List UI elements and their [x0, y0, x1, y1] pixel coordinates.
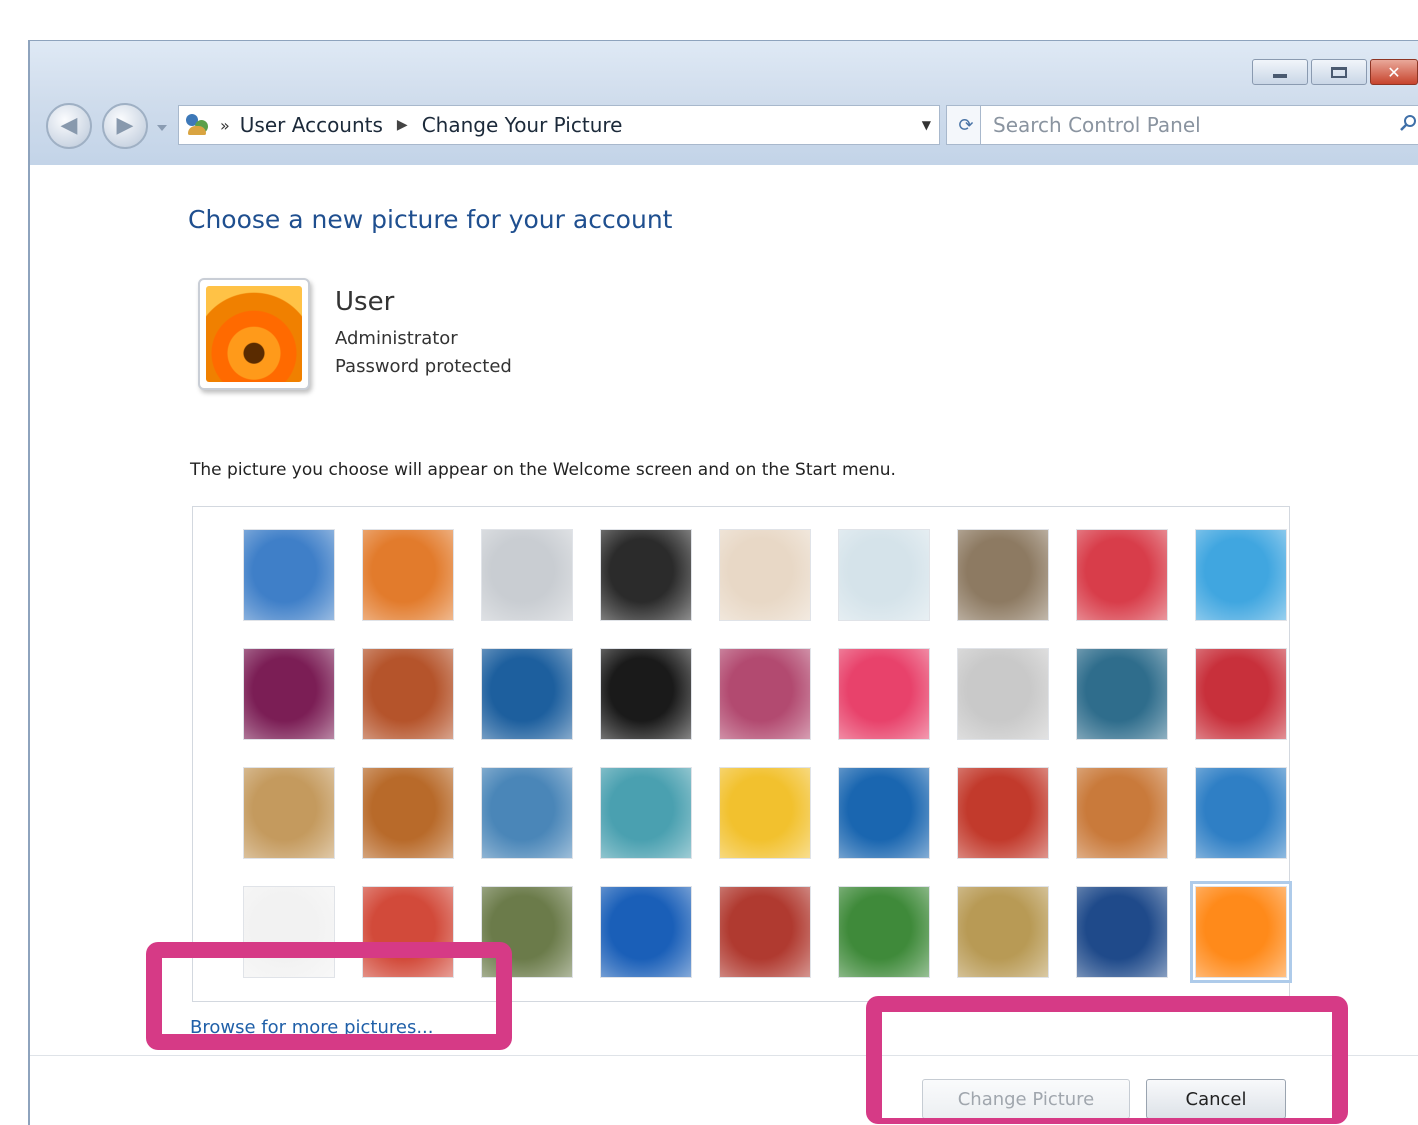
minimize-button[interactable] [1252, 59, 1308, 85]
user-accounts-icon [184, 112, 214, 138]
current-account-picture [198, 278, 310, 390]
picture-tile[interactable] [838, 886, 930, 978]
picture-tile[interactable] [957, 648, 1049, 740]
picture-tile[interactable] [1076, 648, 1168, 740]
address-bar[interactable]: » User Accounts ▶ Change Your Picture ▼ [178, 105, 940, 145]
picture-tile[interactable] [838, 648, 930, 740]
picture-tile[interactable] [957, 886, 1049, 978]
screenshot-page: ✕ ◀ ▶ » User Accounts ▶ Change Your Pict… [0, 0, 1418, 1125]
account-password-status: Password protected [335, 356, 512, 377]
minimize-icon [1273, 74, 1287, 78]
forward-button[interactable]: ▶ [102, 103, 148, 149]
close-icon: ✕ [1387, 62, 1401, 82]
maximize-icon [1331, 66, 1347, 78]
address-dropdown-icon[interactable]: ▼ [922, 118, 931, 132]
picture-tile[interactable] [719, 529, 811, 621]
picture-tile[interactable] [600, 648, 692, 740]
picture-tile[interactable] [600, 767, 692, 859]
breadcrumb-overflow-icon[interactable]: » [220, 116, 230, 135]
buttons-highlight [866, 996, 1348, 1124]
picture-tile[interactable] [838, 767, 930, 859]
picture-tile[interactable] [362, 648, 454, 740]
breadcrumb-change-your-picture[interactable]: Change Your Picture [422, 113, 623, 137]
search-input[interactable] [993, 113, 1373, 137]
title-bar: ✕ ◀ ▶ » User Accounts ▶ Change Your Pict… [30, 41, 1418, 165]
picture-tile[interactable] [1195, 767, 1287, 859]
picture-tile[interactable] [362, 767, 454, 859]
picture-tile[interactable] [838, 529, 930, 621]
browse-link-highlight [146, 942, 512, 1050]
picture-tile[interactable] [243, 648, 335, 740]
picture-tile[interactable] [719, 886, 811, 978]
picture-tile[interactable] [600, 886, 692, 978]
picture-tile[interactable] [243, 529, 335, 621]
breadcrumb-user-accounts[interactable]: User Accounts [240, 113, 383, 137]
picture-tile[interactable] [957, 529, 1049, 621]
picture-tile[interactable] [1076, 529, 1168, 621]
forward-arrow-icon: ▶ [116, 113, 134, 138]
refresh-icon: ⟳ [958, 114, 974, 136]
picture-tile[interactable] [1076, 886, 1168, 978]
picture-gallery [192, 506, 1292, 1002]
picture-tile-selected[interactable] [1190, 881, 1292, 983]
recent-pages-dropdown-icon[interactable] [157, 125, 167, 131]
back-arrow-icon: ◀ [60, 113, 78, 138]
picture-tile[interactable] [1195, 529, 1287, 621]
picture-tile[interactable] [481, 529, 573, 621]
breadcrumb-separator-icon[interactable]: ▶ [397, 117, 408, 133]
close-button[interactable]: ✕ [1370, 59, 1418, 85]
picture-tile[interactable] [957, 767, 1049, 859]
picture-tile[interactable] [719, 648, 811, 740]
search-icon[interactable] [1399, 114, 1417, 132]
account-name: User [335, 287, 395, 317]
flower-picture-icon [206, 286, 302, 382]
picture-tile[interactable] [1195, 648, 1287, 740]
picture-tile[interactable] [481, 648, 573, 740]
page-title: Choose a new picture for your account [188, 205, 673, 234]
search-box[interactable] [980, 105, 1418, 145]
picture-tile[interactable] [719, 767, 811, 859]
picture-tile[interactable] [600, 529, 692, 621]
picture-tile[interactable] [362, 529, 454, 621]
back-button[interactable]: ◀ [46, 103, 92, 149]
picture-tile[interactable] [243, 767, 335, 859]
maximize-button[interactable] [1311, 59, 1367, 85]
window-controls: ✕ [1252, 59, 1418, 85]
account-type: Administrator [335, 328, 458, 349]
picture-tile[interactable] [481, 767, 573, 859]
picture-description: The picture you choose will appear on th… [190, 460, 896, 480]
picture-tile[interactable] [1076, 767, 1168, 859]
